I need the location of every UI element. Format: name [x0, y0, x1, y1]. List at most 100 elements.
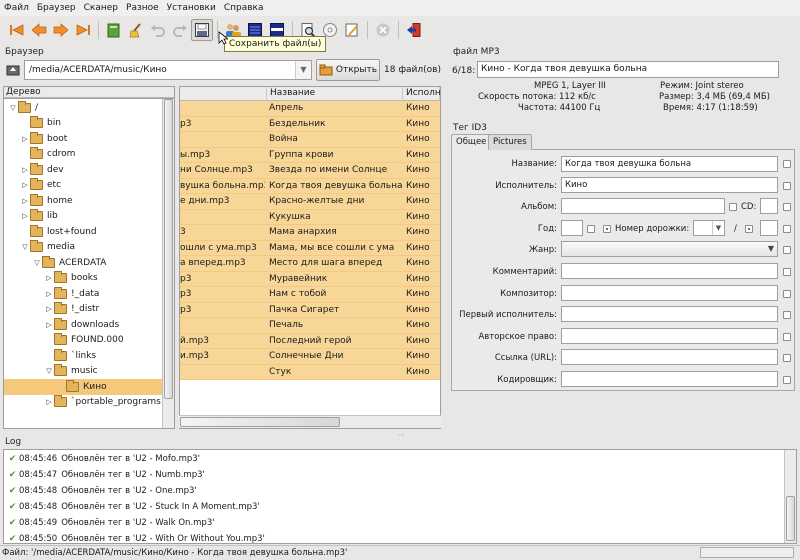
tree-item[interactable]: ▷ books: [4, 271, 162, 287]
file-row[interactable]: p3 Пачка Сигарет Кино: [180, 302, 440, 318]
album-checkbox[interactable]: [729, 203, 737, 211]
expand-arrow-icon[interactable]: ▷: [44, 274, 54, 282]
original-artist-checkbox[interactable]: [783, 311, 791, 319]
url-field[interactable]: [561, 349, 778, 365]
column-filename[interactable]: [180, 87, 267, 101]
collapse-arrow-icon[interactable]: ▽: [8, 104, 18, 112]
file-list-hscrollbar[interactable]: [179, 415, 441, 428]
tree-item[interactable]: ▷ `portable_programs: [4, 395, 162, 411]
year-checkbox[interactable]: [587, 225, 595, 233]
tree-header[interactable]: Дерево: [3, 86, 175, 98]
undo-button[interactable]: [147, 19, 169, 41]
file-list-scroll-thumb[interactable]: [180, 417, 340, 427]
tab-general[interactable]: Общее: [451, 134, 492, 151]
path-combobox[interactable]: /media/ACERDATA/music/Кино ▼: [24, 60, 312, 80]
expand-arrow-icon[interactable]: ▷: [20, 166, 30, 174]
file-row[interactable]: ы.mp3 Группа крови Кино: [180, 147, 440, 163]
tree-item[interactable]: ▷ boot: [4, 131, 162, 147]
last-file-button[interactable]: [72, 19, 94, 41]
track-enable-checkbox[interactable]: [603, 225, 611, 233]
title-field[interactable]: Когда твоя девушка больна: [561, 156, 778, 172]
file-row[interactable]: Война Кино: [180, 132, 440, 148]
encoder-checkbox[interactable]: [783, 376, 791, 384]
file-row[interactable]: ошли с ума.mp3 Мама, мы все сошли с ума Ки…: [180, 240, 440, 256]
previous-file-button[interactable]: [28, 19, 50, 41]
menu-help[interactable]: Справка: [220, 3, 268, 13]
edit-button[interactable]: [341, 19, 363, 41]
quit-button[interactable]: [403, 19, 425, 41]
tree-item[interactable]: ▷ !_distr: [4, 302, 162, 318]
tree-scroll-thumb[interactable]: [164, 99, 173, 399]
file-row[interactable]: Стук Кино: [180, 364, 440, 380]
file-row[interactable]: p3 Бездельник Кино: [180, 116, 440, 132]
artist-checkbox[interactable]: [783, 182, 791, 190]
file-row[interactable]: вушка больна.mp3 Когда твоя девушка больн…: [180, 178, 440, 194]
genre-combobox[interactable]: ▼: [561, 241, 778, 257]
log-scrollbar[interactable]: [784, 450, 796, 543]
tree-item[interactable]: ▽ media: [4, 240, 162, 256]
column-artist[interactable]: Исполни: [403, 87, 440, 101]
collapse-arrow-icon[interactable]: ▽: [20, 243, 30, 251]
expand-arrow-icon[interactable]: ▷: [44, 305, 54, 313]
file-row[interactable]: а вперед.mp3 Место для шага вперед Кино: [180, 256, 440, 272]
file-row[interactable]: 3 Мама анархия Кино: [180, 225, 440, 241]
tree-item[interactable]: ▽ music: [4, 364, 162, 380]
url-checkbox[interactable]: [783, 354, 791, 362]
select-all-button[interactable]: [103, 19, 125, 41]
menu-file[interactable]: Файл: [0, 3, 33, 13]
expand-arrow-icon[interactable]: ▷: [44, 321, 54, 329]
file-row[interactable]: й.mp3 Последний герой Кино: [180, 333, 440, 349]
tree-item[interactable]: ▷ etc: [4, 178, 162, 194]
next-file-button[interactable]: [50, 19, 72, 41]
file-row[interactable]: и.mp3 Солнечные Дни Кино: [180, 349, 440, 365]
track-spin[interactable]: ▼: [693, 220, 725, 236]
menu-misc[interactable]: Разное: [122, 3, 163, 13]
tree-item[interactable]: ▽ /: [4, 100, 162, 116]
comment-checkbox[interactable]: [783, 268, 791, 276]
expand-arrow-icon[interactable]: ▷: [44, 290, 54, 298]
encoder-field[interactable]: [561, 371, 778, 387]
log-scroll-thumb[interactable]: [786, 496, 795, 541]
track-total-checkbox[interactable]: [745, 225, 753, 233]
path-dropdown-arrow[interactable]: ▼: [295, 61, 311, 79]
file-row[interactable]: Печаль Кино: [180, 318, 440, 334]
collapse-arrow-icon[interactable]: ▽: [32, 259, 42, 267]
save-files-button[interactable]: [191, 18, 213, 41]
title-checkbox[interactable]: [783, 160, 791, 168]
redo-button[interactable]: [169, 19, 191, 41]
file-row[interactable]: Кукушка Кино: [180, 209, 440, 225]
tree-item[interactable]: ▷ !_data: [4, 286, 162, 302]
tree-item[interactable]: ▽ ACERDATA: [4, 255, 162, 271]
menu-browser[interactable]: Браузер: [33, 3, 80, 13]
track-total-field[interactable]: [760, 220, 778, 236]
copyright-checkbox[interactable]: [783, 333, 791, 341]
tab-pictures[interactable]: Pictures: [488, 134, 532, 150]
original-artist-field[interactable]: [561, 306, 778, 322]
artist-field[interactable]: Кино: [561, 177, 778, 193]
tree-item[interactable]: FOUND.000: [4, 333, 162, 349]
genre-checkbox[interactable]: [783, 246, 791, 254]
tree-item[interactable]: bin: [4, 116, 162, 132]
column-title[interactable]: Название: [267, 87, 403, 101]
tree-item[interactable]: Кино: [4, 379, 162, 395]
tree-item[interactable]: lost+found: [4, 224, 162, 240]
menu-settings[interactable]: Установки: [163, 3, 220, 13]
stop-button[interactable]: [372, 19, 394, 41]
expand-arrow-icon[interactable]: ▷: [20, 197, 30, 205]
cd-checkbox[interactable]: [783, 203, 791, 211]
menu-scanner[interactable]: Сканер: [80, 3, 122, 13]
file-row[interactable]: Апрель Кино: [180, 101, 440, 117]
open-button[interactable]: Открыть: [316, 59, 380, 81]
tree-item[interactable]: ▷ lib: [4, 209, 162, 225]
comment-field[interactable]: [561, 263, 778, 279]
tree-item[interactable]: ▷ dev: [4, 162, 162, 178]
copyright-field[interactable]: [561, 328, 778, 344]
file-row[interactable]: p3 Муравейник Кино: [180, 271, 440, 287]
expand-arrow-icon[interactable]: ▷: [20, 181, 30, 189]
mp3-filename-field[interactable]: Кино - Когда твоя девушка больна: [477, 61, 779, 78]
file-row[interactable]: ни Солнце.mp3 Звезда по имени Солнце Кино: [180, 163, 440, 179]
tree-item[interactable]: `links: [4, 348, 162, 364]
tree-item[interactable]: cdrom: [4, 147, 162, 163]
cd-field[interactable]: [760, 198, 778, 214]
album-field[interactable]: [561, 198, 725, 214]
